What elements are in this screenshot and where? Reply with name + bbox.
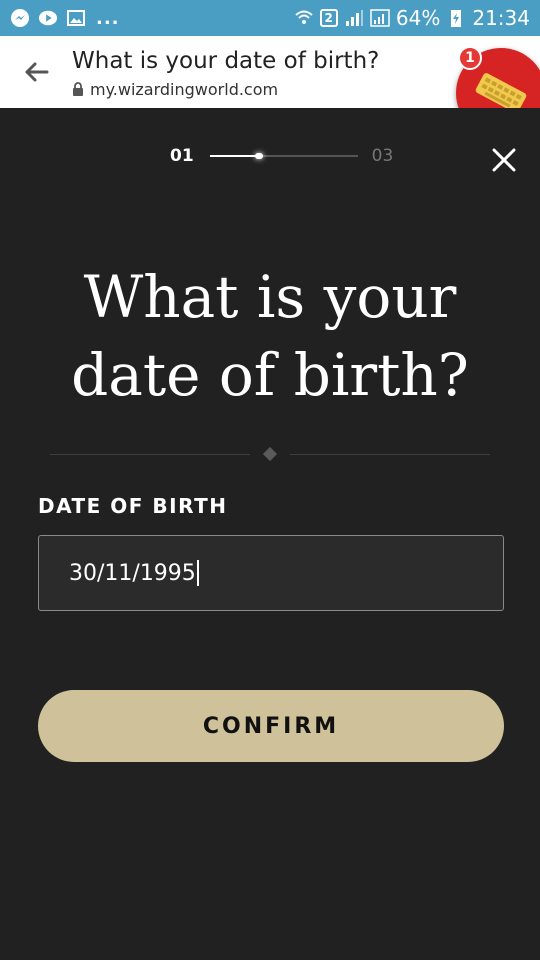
notification-count-badge: 1 <box>458 46 482 70</box>
url[interactable]: my.wizardingworld.com <box>90 80 278 99</box>
diamond-icon <box>262 446 278 462</box>
progress-track <box>209 153 358 159</box>
charging-icon <box>446 8 466 28</box>
close-button[interactable] <box>490 146 518 174</box>
signal-icon <box>370 8 390 28</box>
page-title: What is your date of birth? <box>72 47 380 74</box>
lock-icon <box>73 82 83 96</box>
more-notifications: ... <box>96 7 120 29</box>
page-heading: What is your date of birth? <box>71 263 469 409</box>
wifi-icon <box>294 8 314 28</box>
date-of-birth-input[interactable]: 30/11/1995 <box>38 535 504 611</box>
back-button[interactable] <box>0 36 72 108</box>
confirm-button[interactable]: CONFIRM <box>38 690 504 762</box>
messenger-icon <box>10 8 30 28</box>
battery-level: 64% <box>395 6 441 30</box>
total-steps: 03 <box>371 146 394 166</box>
status-bar: ... 2 64% 21:34 <box>0 0 540 36</box>
step-progress: 01 03 <box>170 146 393 166</box>
sim-indicator: 2 <box>319 9 338 27</box>
text-cursor <box>196 560 199 586</box>
current-step: 01 <box>170 146 194 166</box>
sign-up-panel: 01 03 What is your date of birth? DATE O… <box>0 108 540 960</box>
dob-value: 30/11/1995 <box>69 560 196 586</box>
confirm-label: CONFIRM <box>202 713 340 739</box>
progress-fill <box>209 153 263 159</box>
arrow-left-icon <box>25 62 49 82</box>
dob-label: DATE OF BIRTH <box>38 494 228 518</box>
close-icon <box>492 148 516 172</box>
ornament-divider <box>50 446 490 462</box>
clock: 21:34 <box>472 6 530 30</box>
signal-icon <box>344 8 364 28</box>
image-icon <box>66 8 86 28</box>
video-icon <box>38 8 58 28</box>
